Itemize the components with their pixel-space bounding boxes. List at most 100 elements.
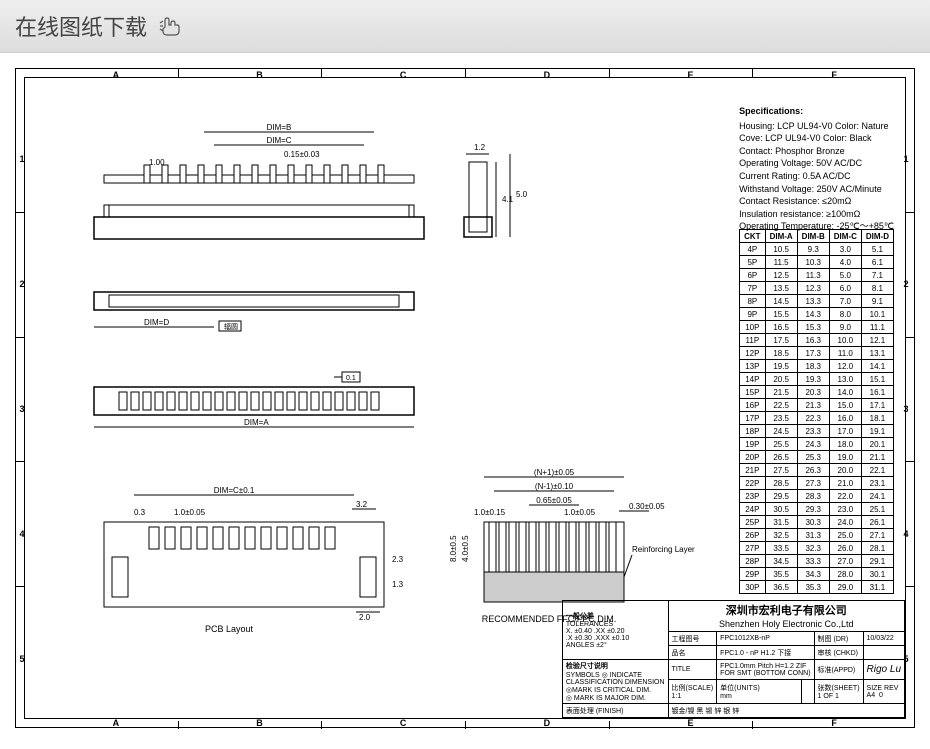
dim-row: 13P19.518.312.014.1 bbox=[740, 360, 894, 373]
dim-row: 12P18.517.311.013.1 bbox=[740, 347, 894, 360]
side-connector-view: 1.2 4.1 5.0 bbox=[454, 142, 534, 252]
grid-row-ref: 2 bbox=[18, 274, 26, 294]
svg-text:DIM=A: DIM=A bbox=[244, 418, 269, 427]
grid-col-ref: B bbox=[250, 71, 270, 79]
dim-row: 9P15.514.38.010.1 bbox=[740, 308, 894, 321]
spec-line: Withstand Voltage: 250V AC/Minute bbox=[739, 183, 894, 196]
dim-row: 24P30.529.323.025.1 bbox=[740, 503, 894, 516]
dim-row: 4P10.59.33.05.1 bbox=[740, 243, 894, 256]
dim-row: 11P17.516.310.012.1 bbox=[740, 334, 894, 347]
spec-line: Contact: Phosphor Bronze bbox=[739, 145, 894, 158]
svg-text:2.3: 2.3 bbox=[392, 555, 404, 564]
svg-text:DIM=C: DIM=C bbox=[266, 136, 291, 145]
svg-text:3.2: 3.2 bbox=[356, 500, 368, 509]
open-connector-view: 0.1 DIM=A bbox=[74, 372, 414, 442]
dim-row: 10P16.515.39.011.1 bbox=[740, 321, 894, 334]
spec-heading: Specifications: bbox=[739, 105, 894, 118]
grid-col-ref: D bbox=[537, 71, 557, 79]
svg-text:0.1: 0.1 bbox=[346, 375, 356, 382]
svg-text:1.0±0.05: 1.0±0.05 bbox=[174, 508, 206, 517]
svg-text:(N-1)±0.10: (N-1)±0.10 bbox=[535, 482, 574, 491]
svg-text:1.2: 1.2 bbox=[474, 143, 486, 152]
dim-row: 19P25.524.318.020.1 bbox=[740, 438, 894, 451]
dim-row: 25P31.530.324.026.1 bbox=[740, 516, 894, 529]
dim-row: 28P34.533.327.029.1 bbox=[740, 555, 894, 568]
dim-header: DIM-D bbox=[861, 230, 893, 243]
svg-text:(N+1)±0.05: (N+1)±0.05 bbox=[534, 468, 575, 477]
drawing-sheet: AABBCCDDEEFF1122334455 Specifications: H… bbox=[15, 68, 915, 728]
dim-row: 22P28.527.321.023.1 bbox=[740, 477, 894, 490]
title-block: 一般公差TOLERANCES X. ±0.40 .XX ±0.20.X ±0.3… bbox=[562, 600, 905, 718]
svg-text:DIM=C±0.1: DIM=C±0.1 bbox=[214, 486, 255, 495]
dim-row: 29P35.534.328.030.1 bbox=[740, 568, 894, 581]
svg-text:4.1: 4.1 bbox=[502, 195, 514, 204]
specifications-block: Specifications: Housing: LCP UL94-V0 Col… bbox=[739, 105, 894, 233]
grid-row-ref: 4 bbox=[18, 524, 26, 544]
dim-header: DIM-A bbox=[765, 230, 797, 243]
dim-row: 20P26.525.319.021.1 bbox=[740, 451, 894, 464]
svg-text:1.3: 1.3 bbox=[392, 580, 404, 589]
dim-row: 23P29.528.322.024.1 bbox=[740, 490, 894, 503]
svg-text:0.15±0.03: 0.15±0.03 bbox=[284, 150, 320, 159]
spec-line: Contact Resistance: ≤20mΩ bbox=[739, 195, 894, 208]
dim-row: 7P13.512.36.08.1 bbox=[740, 282, 894, 295]
closed-connector-view: DIM=D 辐圆 bbox=[74, 287, 414, 347]
grid-col-ref: E bbox=[681, 71, 701, 79]
grid-row-ref: 5 bbox=[18, 649, 26, 669]
svg-text:5.0: 5.0 bbox=[516, 190, 528, 199]
dim-row: 6P12.511.35.07.1 bbox=[740, 269, 894, 282]
svg-text:Reinforcing Layer: Reinforcing Layer bbox=[632, 545, 695, 554]
dim-row: 26P32.531.325.027.1 bbox=[740, 529, 894, 542]
grid-row-ref: 3 bbox=[902, 399, 910, 419]
grid-col-ref: F bbox=[824, 71, 844, 79]
grid-col-ref: F bbox=[824, 719, 844, 727]
hand-pointer-icon bbox=[157, 15, 187, 37]
dim-row: 8P14.513.37.09.1 bbox=[740, 295, 894, 308]
svg-text:4.0±0.5: 4.0±0.5 bbox=[461, 535, 470, 562]
dim-row: 16P22.521.315.017.1 bbox=[740, 399, 894, 412]
svg-text:DIM=B: DIM=B bbox=[267, 123, 292, 132]
svg-text:辐圆: 辐圆 bbox=[224, 322, 238, 331]
grid-col-ref: A bbox=[106, 71, 126, 79]
grid-col-ref: C bbox=[393, 71, 413, 79]
grid-col-ref: E bbox=[681, 719, 701, 727]
dim-header: CKT bbox=[740, 230, 765, 243]
pcb-layout-view: DIM=C±0.1 0.3 1.0±0.05 3.2 2.3 1.3 2.0 P… bbox=[74, 487, 414, 647]
svg-text:0.65±0.05: 0.65±0.05 bbox=[536, 496, 572, 505]
dim-row: 14P20.519.313.015.1 bbox=[740, 373, 894, 386]
svg-text:0.30±0.05: 0.30±0.05 bbox=[629, 502, 665, 511]
spec-line: Operating Voltage: 50V AC/DC bbox=[739, 157, 894, 170]
grid-row-ref: 1 bbox=[18, 149, 26, 169]
svg-text:8.0±0.5: 8.0±0.5 bbox=[449, 535, 458, 562]
dim-row: 27P33.532.326.028.1 bbox=[740, 542, 894, 555]
drawing-area: Specifications: Housing: LCP UL94-V0 Col… bbox=[34, 87, 896, 709]
grid-col-ref: C bbox=[393, 719, 413, 727]
svg-text:1.0±0.15: 1.0±0.15 bbox=[474, 508, 506, 517]
svg-text:DIM=D: DIM=D bbox=[144, 318, 169, 327]
dimension-table: CKTDIM-ADIM-BDIM-CDIM-D 4P10.59.33.05.15… bbox=[739, 229, 894, 594]
dim-row: 18P24.523.317.019.1 bbox=[740, 425, 894, 438]
grid-col-ref: D bbox=[537, 719, 557, 727]
title-bar: 在线图纸下载 bbox=[0, 0, 930, 53]
dim-row: 15P21.520.314.016.1 bbox=[740, 386, 894, 399]
dim-row: 5P11.510.34.06.1 bbox=[740, 256, 894, 269]
spec-line: Current Rating: 0.5A AC/DC bbox=[739, 170, 894, 183]
page-title: 在线图纸下载 bbox=[15, 10, 147, 42]
grid-row-ref: 1 bbox=[902, 149, 910, 169]
grid-row-ref: 2 bbox=[902, 274, 910, 294]
grid-col-ref: A bbox=[106, 719, 126, 727]
top-connector-view: DIM=B DIM=C 1.00 0.15±0.03 bbox=[74, 127, 414, 247]
dim-row: 21P27.526.320.022.1 bbox=[740, 464, 894, 477]
svg-text:1.0±0.05: 1.0±0.05 bbox=[564, 508, 596, 517]
svg-text:PCB Layout: PCB Layout bbox=[205, 624, 254, 634]
spec-line: Insulation resistance: ≥100mΩ bbox=[739, 208, 894, 221]
dim-row: 30P36.535.329.031.1 bbox=[740, 581, 894, 594]
grid-row-ref: 4 bbox=[902, 524, 910, 544]
svg-text:2.0: 2.0 bbox=[359, 613, 371, 622]
spec-line: Cove: LCP UL94-V0 Color: Black bbox=[739, 132, 894, 145]
svg-text:0.3: 0.3 bbox=[134, 508, 146, 517]
dim-header: DIM-C bbox=[829, 230, 861, 243]
spec-line: Housing: LCP UL94-V0 Color: Nature bbox=[739, 120, 894, 133]
grid-row-ref: 3 bbox=[18, 399, 26, 419]
dim-row: 17P23.522.316.018.1 bbox=[740, 412, 894, 425]
